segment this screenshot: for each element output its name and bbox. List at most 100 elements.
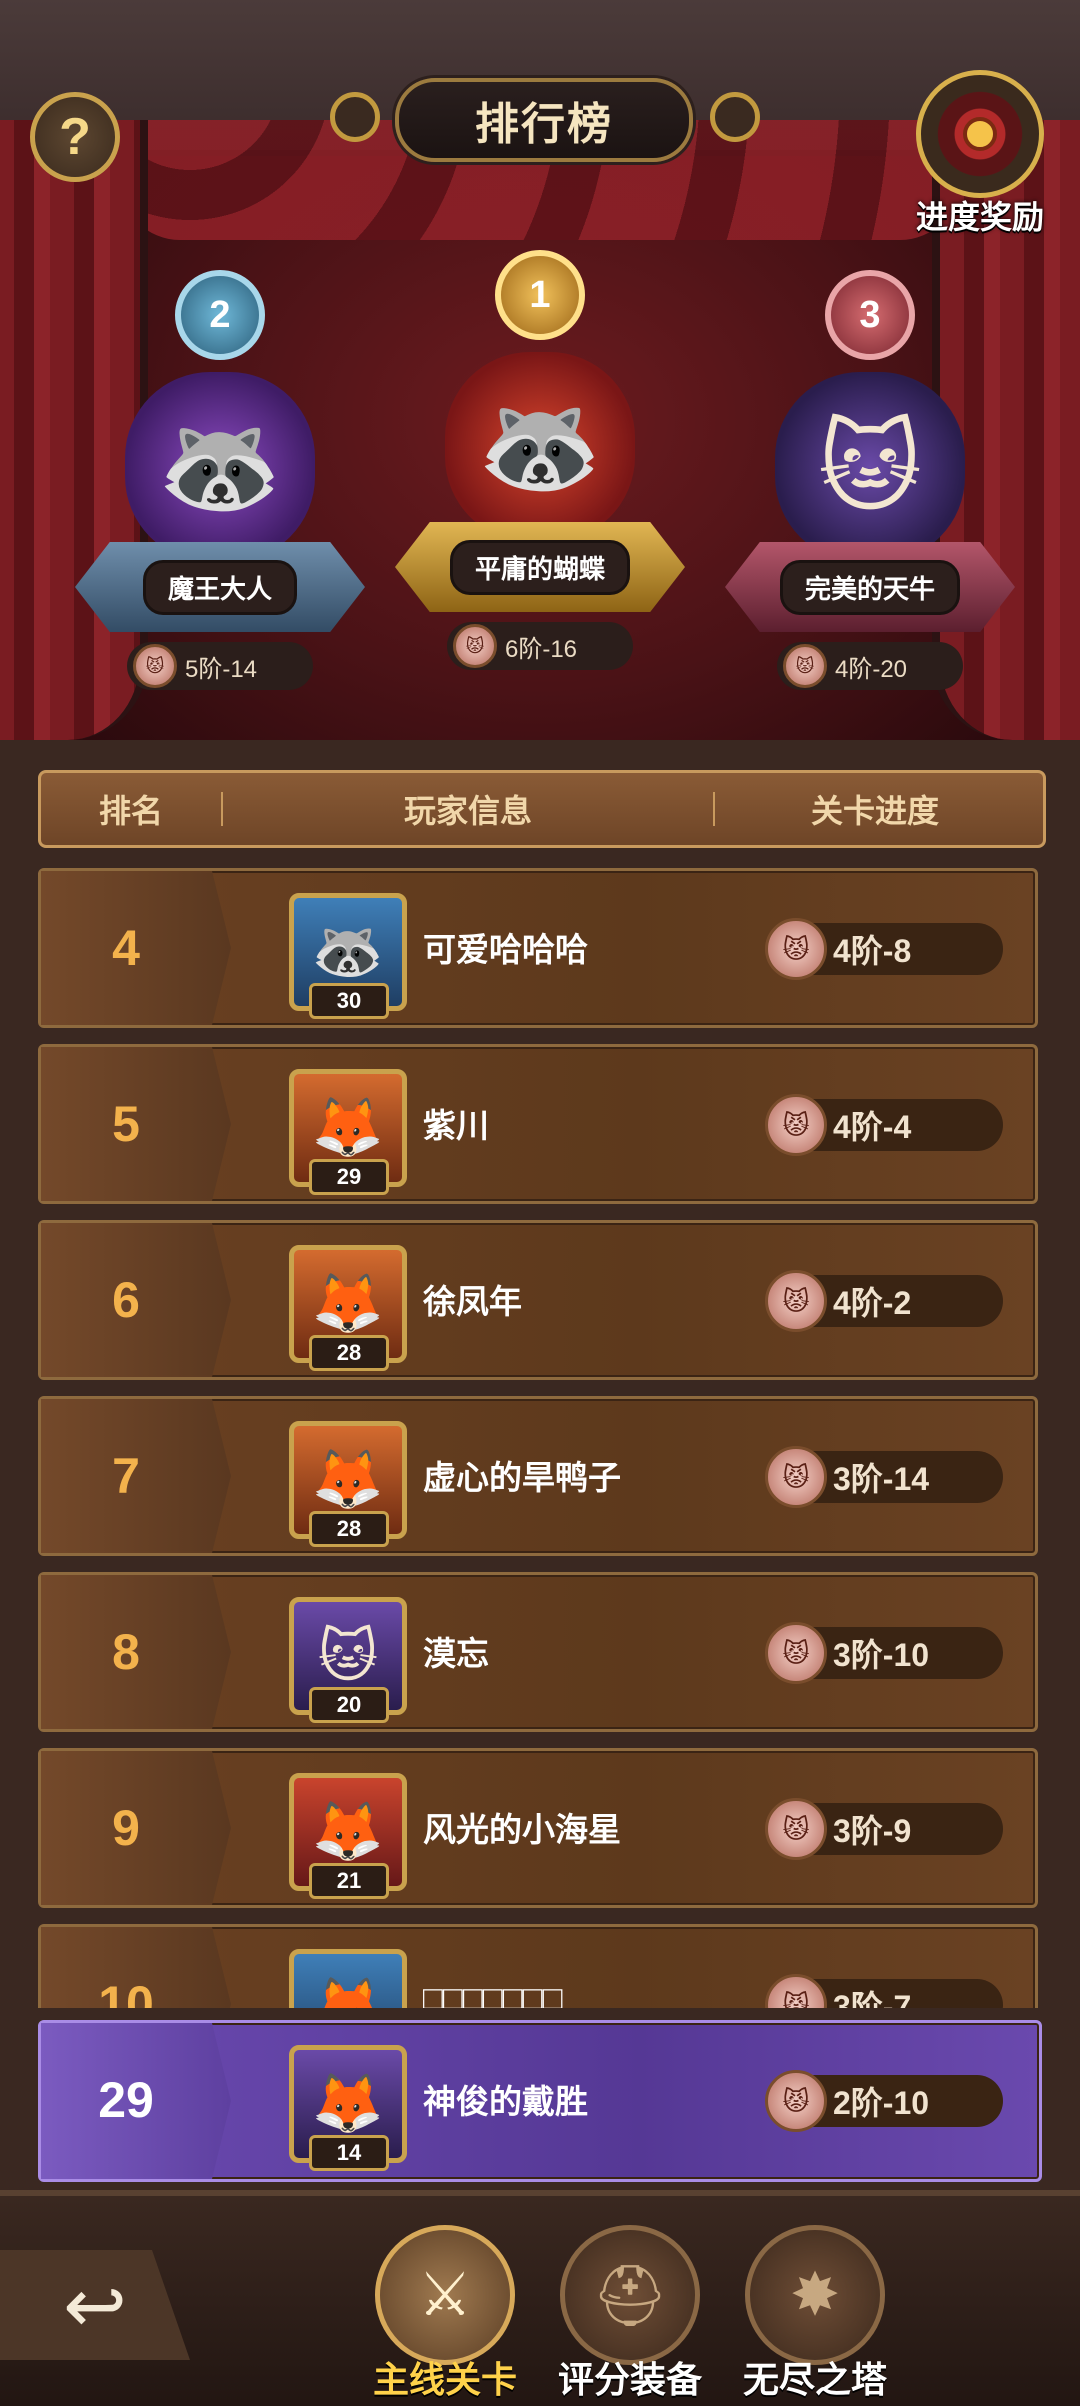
my-rank-row[interactable]: 29 🦊 14 神俊的戴胜 😾 2阶-10: [38, 2020, 1042, 2182]
row-rank: 10: [98, 1976, 154, 2008]
cat-face-icon: 😾: [765, 1974, 827, 2008]
cat-face-icon: 😾: [765, 1798, 827, 1860]
row-rank: 6: [112, 1272, 140, 1328]
player-name: 虚心的旱鸭子: [423, 1459, 621, 1496]
help-button[interactable]: ?: [30, 92, 120, 182]
header-rank: 排名: [98, 793, 163, 829]
stage-progress-text: 3阶-14: [833, 1461, 930, 1497]
table-row[interactable]: 8 🐱 20 漠忘 😾 3阶-10: [38, 1572, 1038, 1732]
cat-face-icon: 😾: [765, 1446, 827, 1508]
podium-progress-text-3: 4阶-20: [835, 655, 908, 683]
player-avatar: 🦊: [289, 1949, 407, 2008]
rank-badge-2: 2: [175, 270, 265, 360]
cat-face-icon: 😾: [453, 624, 497, 668]
podium-name-1: 平庸的蝴蝶: [449, 539, 630, 595]
row-rank: 5: [112, 1096, 140, 1152]
podium-progress-3: 😾 4阶-20: [777, 642, 963, 690]
nav-endless-tower-label: 无尽之塔: [742, 2359, 887, 2400]
title-ornament-left: [330, 92, 380, 142]
cat-face-icon: 😾: [765, 2070, 827, 2132]
table-row[interactable]: 5 🦊 29 紫川 😾 4阶-4: [38, 1044, 1038, 1204]
stage-progress: 😾 4阶-2: [765, 1270, 1003, 1332]
podium-progress-text-1: 6阶-16: [505, 635, 578, 663]
stage-progress: 😾 4阶-8: [765, 918, 1003, 980]
stage-progress: 😾 3阶-14: [765, 1446, 1003, 1508]
player-name: 可爱哈哈哈: [423, 931, 588, 968]
leaderboard-header: 排名 玩家信息 关卡进度: [38, 770, 1046, 848]
row-rank: 7: [112, 1448, 140, 1504]
table-row[interactable]: 6 🦊 28 徐凤年 😾 4阶-2: [38, 1220, 1038, 1380]
my-stage-progress-text: 2阶-10: [833, 2085, 930, 2121]
cat-face-icon: 😾: [765, 1094, 827, 1156]
table-row[interactable]: 10 🦊 □□□□□□□ 😾 3阶-7: [38, 1924, 1038, 2008]
hero-avatar-3: 🐱: [775, 372, 965, 562]
cat-face-icon: 😾: [765, 918, 827, 980]
nav-endless-tower[interactable]: ✸ 无尽之塔: [730, 2225, 900, 2403]
star-icon: ✸: [745, 2225, 885, 2365]
pedestal-1: 平庸的蝴蝶: [395, 522, 685, 612]
my-rank: 29: [98, 2072, 154, 2128]
player-name: 风光的小海星: [423, 1811, 621, 1848]
stage-progress-text: 3阶-9: [833, 1813, 912, 1849]
podium-rank-2[interactable]: 2 🦝 魔王大人 😾 5阶-14: [70, 270, 370, 690]
pedestal-3: 完美的天牛: [725, 542, 1015, 632]
title-ornament-right: [710, 92, 760, 142]
my-level: 14: [309, 2135, 389, 2171]
podium-rank-1[interactable]: 1 🦝 平庸的蝴蝶 😾 6阶-16: [390, 250, 690, 670]
podium-name-2: 魔王大人: [142, 559, 297, 615]
player-level: 29: [309, 1159, 389, 1195]
cat-face-icon: 😾: [133, 644, 177, 688]
stage-progress-text: 3阶-7: [833, 1989, 912, 2008]
progress-reward-button[interactable]: 进度奖励: [905, 70, 1055, 235]
player-level: 28: [309, 1335, 389, 1371]
stage-progress: 😾 3阶-9: [765, 1798, 1003, 1860]
cat-face-icon: 😾: [765, 1622, 827, 1684]
question-icon: ?: [59, 108, 91, 166]
podium-rank-3[interactable]: 3 🐱 完美的天牛 😾 4阶-20: [720, 270, 1020, 690]
nav-main-stage-label: 主线关卡: [372, 2359, 517, 2400]
stage-progress: 😾 3阶-10: [765, 1622, 1003, 1684]
helmet-icon: ⛑: [560, 2225, 700, 2365]
podium-progress-2: 😾 5阶-14: [127, 642, 313, 690]
cat-face-icon: 😾: [783, 644, 827, 688]
player-level: 20: [309, 1687, 389, 1723]
header-progress: 关卡进度: [810, 793, 939, 829]
player-name: 徐凤年: [423, 1283, 522, 1320]
stage-progress-text: 3阶-10: [833, 1637, 930, 1673]
row-rank: 9: [112, 1800, 140, 1856]
nav-gear-score-label: 评分装备: [557, 2359, 702, 2400]
podium-name-3: 完美的天牛: [779, 559, 960, 615]
my-name: 神俊的戴胜: [423, 2083, 588, 2120]
hero-avatar-1: 🦝: [445, 352, 635, 542]
treasure-chest-icon: [916, 70, 1044, 198]
table-row[interactable]: 4 🦝 30 可爱哈哈哈 😾 4阶-8: [38, 868, 1038, 1028]
player-level: 28: [309, 1511, 389, 1547]
my-stage-progress: 😾 2阶-10: [765, 2070, 1003, 2132]
player-level: 30: [309, 983, 389, 1019]
leaderboard-list[interactable]: 4 🦝 30 可爱哈哈哈 😾 4阶-8 5 🦊 29 紫川 😾 4阶-4 6 🦊…: [38, 868, 1042, 2008]
crossed-swords-icon: ⚔: [375, 2225, 515, 2365]
table-row[interactable]: 7 🦊 28 虚心的旱鸭子 😾 3阶-14: [38, 1396, 1038, 1556]
rank-badge-1: 1: [495, 250, 585, 340]
table-row[interactable]: 9 🦊 21 风光的小海星 😾 3阶-9: [38, 1748, 1038, 1908]
nav-main-stage[interactable]: ⚔ 主线关卡: [360, 2225, 530, 2403]
page-title-plate: 排行榜: [395, 78, 693, 162]
progress-reward-label: 进度奖励: [915, 199, 1044, 235]
player-level: 21: [309, 1863, 389, 1899]
back-arrow-icon: ↩: [63, 2263, 127, 2349]
rank-badge-3: 3: [825, 270, 915, 360]
stage-progress-text: 4阶-4: [833, 1109, 912, 1145]
podium-progress-text-2: 5阶-14: [185, 655, 258, 683]
stage-progress-text: 4阶-8: [833, 933, 912, 969]
cat-face-icon: 😾: [765, 1270, 827, 1332]
player-name: 紫川: [423, 1107, 489, 1144]
stage-progress: 😾 4阶-4: [765, 1094, 1003, 1156]
player-name: □□□□□□□: [423, 1979, 563, 2008]
player-name: 漠忘: [423, 1635, 489, 1672]
nav-gear-score[interactable]: ⛑ 评分装备: [545, 2225, 715, 2403]
page-title: 排行榜: [475, 100, 613, 149]
header-player: 玩家信息: [403, 793, 532, 829]
row-rank: 8: [112, 1624, 140, 1680]
row-rank: 4: [112, 920, 140, 976]
hero-avatar-2: 🦝: [125, 372, 315, 562]
